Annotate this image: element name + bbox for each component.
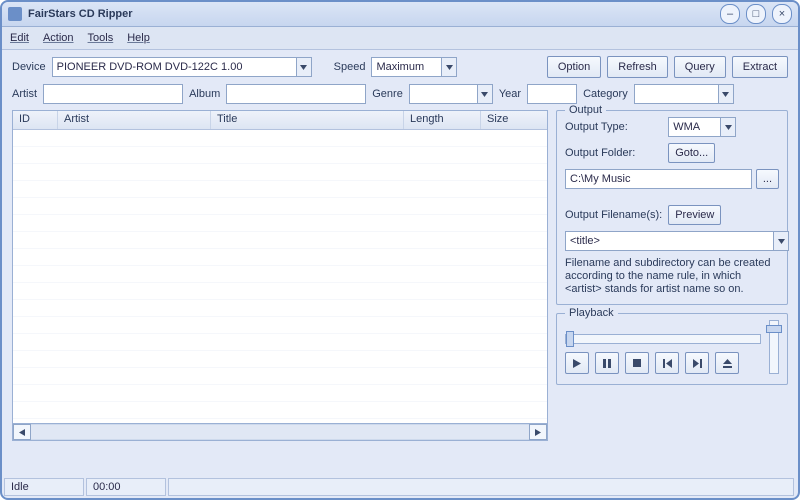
menu-help[interactable]: Help [127,32,150,44]
status-bar: Idle 00:00 [4,478,796,496]
speed-label: Speed [334,61,366,73]
col-length[interactable]: Length [404,111,481,129]
menu-action[interactable]: Action [43,32,74,44]
playback-position-slider[interactable] [565,334,761,344]
preview-button[interactable]: Preview [668,205,721,225]
menu-edit[interactable]: Edit [10,32,29,44]
album-input[interactable] [226,84,366,104]
speed-value: Maximum [376,61,424,73]
pause-button[interactable] [595,352,619,374]
col-id[interactable]: ID [13,111,58,129]
scroll-left-icon[interactable] [13,424,31,440]
eject-button[interactable] [715,352,739,374]
device-label: Device [12,61,46,73]
chevron-down-icon [441,58,456,76]
menu-tools[interactable]: Tools [88,32,114,44]
genre-label: Genre [372,88,403,100]
volume-slider[interactable] [769,320,779,374]
col-size[interactable]: Size [481,111,547,129]
close-button[interactable]: × [772,4,792,24]
menu-bar: Edit Action Tools Help [2,27,798,50]
table-header: ID Artist Title Length Size [13,111,547,130]
genre-combo[interactable] [409,84,493,104]
browse-folder-button[interactable]: ... [756,169,779,189]
year-label: Year [499,88,521,100]
col-artist[interactable]: Artist [58,111,211,129]
playback-group: Playback [556,313,788,385]
status-spacer [168,478,794,496]
output-group: Output Output Type: WMA Output Folder: G… [556,110,788,305]
category-combo[interactable] [634,84,734,104]
table-body[interactable] [13,130,547,423]
goto-button[interactable]: Goto... [668,143,715,163]
title-bar: FairStars CD Ripper – □ × [2,2,798,27]
stop-button[interactable] [625,352,649,374]
chevron-down-icon [296,58,311,76]
output-type-label: Output Type: [565,121,662,133]
window-title: FairStars CD Ripper [28,8,133,20]
device-combo[interactable]: PIONEER DVD-ROM DVD-122C 1.00 [52,57,312,77]
query-button[interactable]: Query [674,56,726,78]
year-input[interactable] [527,84,577,104]
metadata-row: Artist Album Genre Year Category [12,84,788,104]
filename-template-combo[interactable]: <title> [565,231,789,251]
artist-label: Artist [12,88,37,100]
output-type-combo[interactable]: WMA [668,117,736,137]
album-label: Album [189,88,220,100]
device-row: Device PIONEER DVD-ROM DVD-122C 1.00 Spe… [12,56,788,78]
track-table[interactable]: ID Artist Title Length Size [12,110,548,424]
chevron-down-icon [773,232,788,250]
playback-legend: Playback [565,307,618,319]
artist-input[interactable] [43,84,183,104]
scroll-right-icon[interactable] [529,424,547,440]
scroll-track[interactable] [31,424,529,440]
chevron-down-icon [720,118,735,136]
output-folder-label: Output Folder: [565,147,662,159]
app-window: FairStars CD Ripper – □ × Edit Action To… [0,0,800,500]
chevron-down-icon [477,85,492,103]
app-icon [8,7,22,21]
category-label: Category [583,88,628,100]
chevron-down-icon [718,85,733,103]
status-time: 00:00 [86,478,166,496]
play-button[interactable] [565,352,589,374]
minimize-button[interactable]: – [720,4,740,24]
col-title[interactable]: Title [211,111,404,129]
horizontal-scrollbar[interactable] [12,424,548,441]
output-folder-input[interactable]: C:\My Music [565,169,752,189]
status-state: Idle [4,478,84,496]
speed-combo[interactable]: Maximum [371,57,457,77]
previous-button[interactable] [655,352,679,374]
filename-note: Filename and subdirectory can be created… [565,257,779,296]
output-legend: Output [565,104,606,116]
output-filenames-label: Output Filename(s): [565,209,662,221]
option-button[interactable]: Option [547,56,601,78]
maximize-button[interactable]: □ [746,4,766,24]
extract-button[interactable]: Extract [732,56,788,78]
device-value: PIONEER DVD-ROM DVD-122C 1.00 [57,61,243,73]
refresh-button[interactable]: Refresh [607,56,668,78]
next-button[interactable] [685,352,709,374]
